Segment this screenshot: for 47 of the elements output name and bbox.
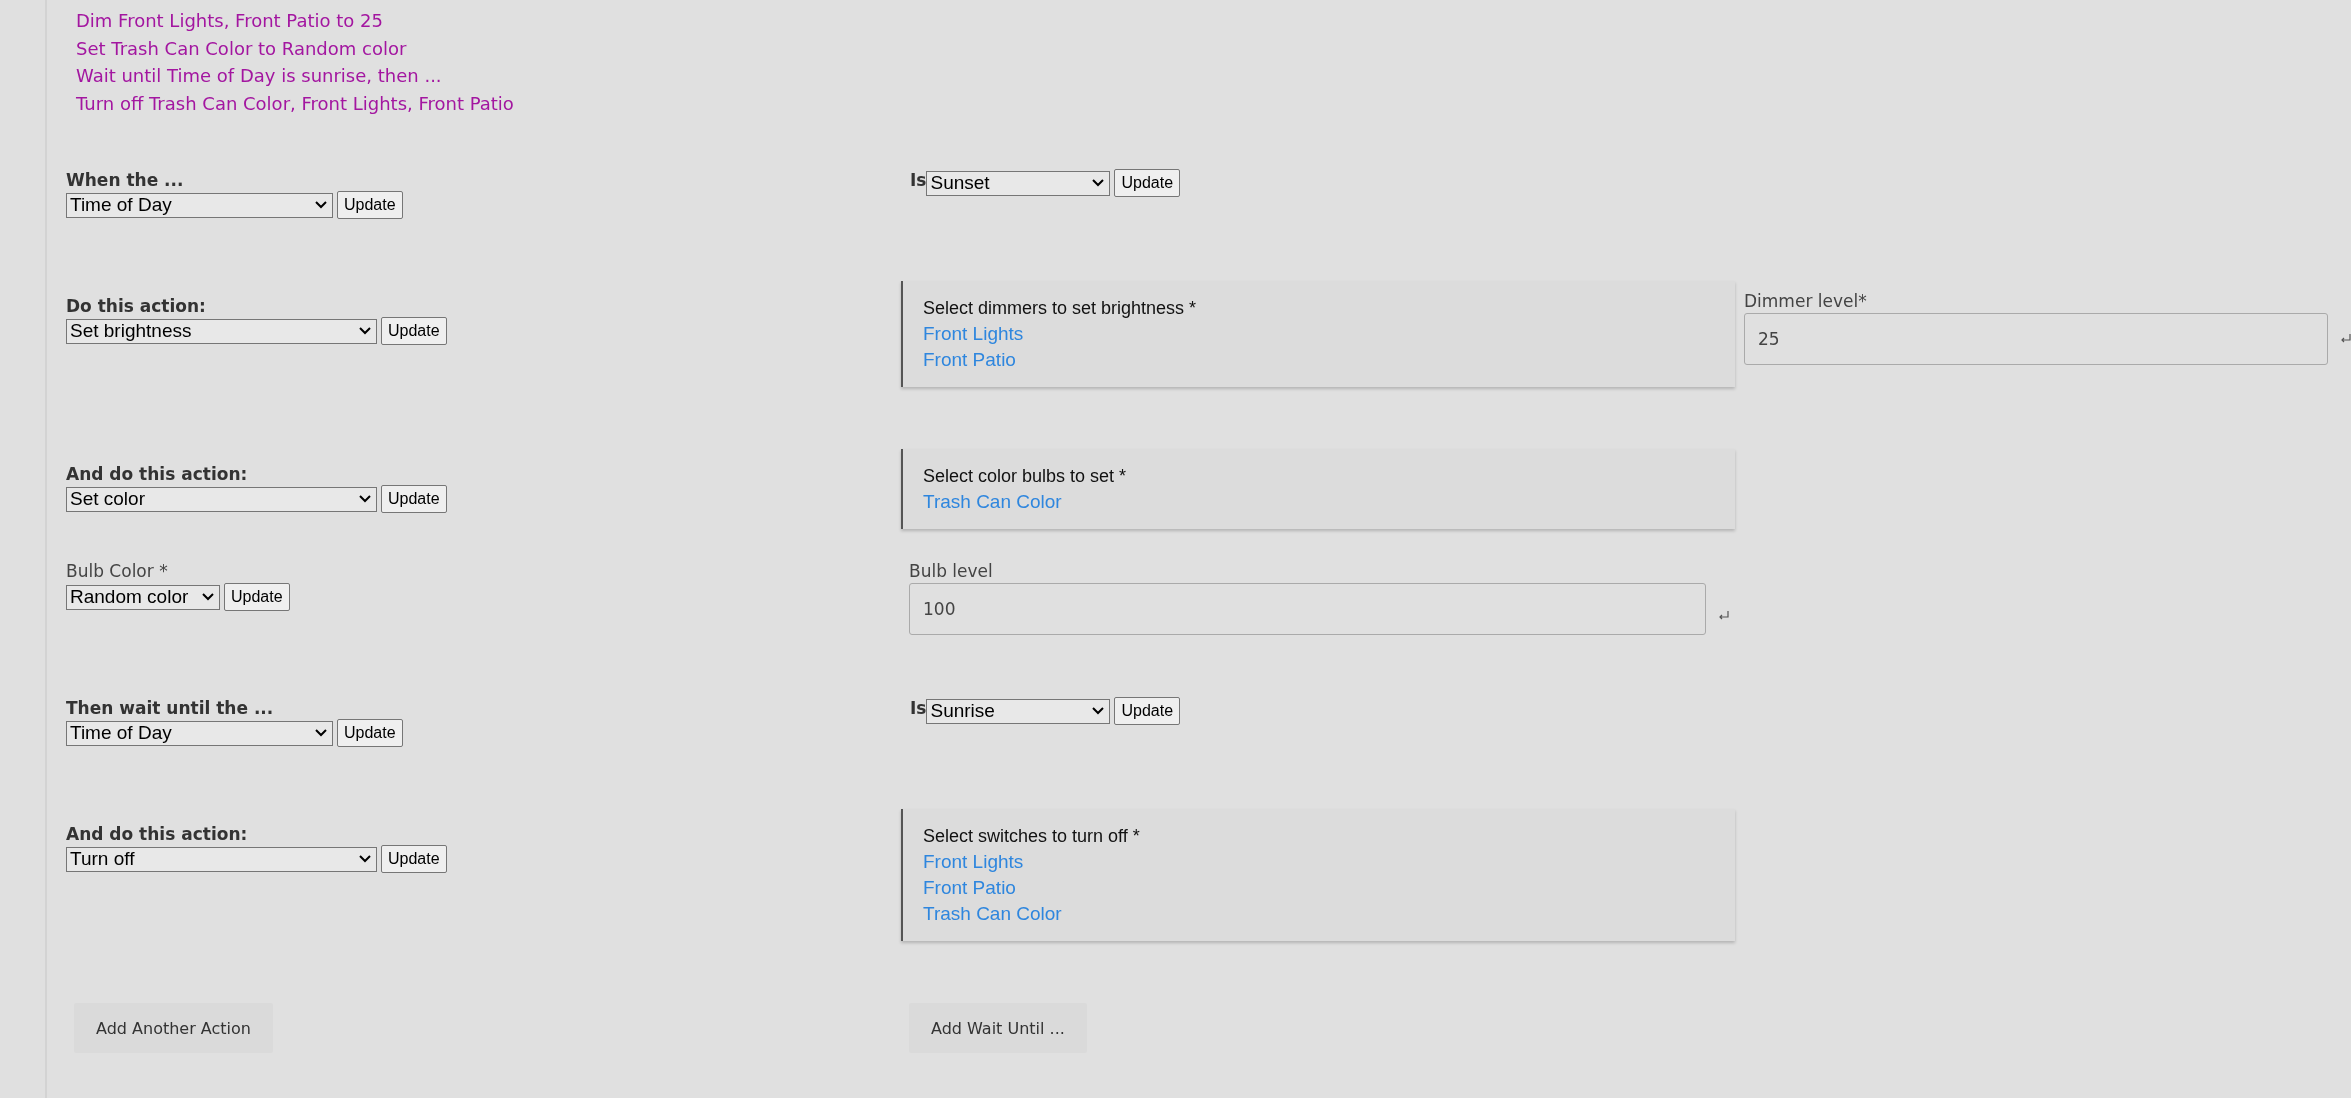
dropdown-select[interactable]: Set color bbox=[66, 486, 377, 512]
field-label: Bulb level bbox=[909, 560, 994, 583]
caret-icon bbox=[202, 593, 214, 601]
caret-icon bbox=[315, 729, 327, 737]
dropdown-select[interactable]: Sunrise bbox=[926, 698, 1111, 724]
summary-line: Set Trash Can Color to Random color bbox=[76, 36, 408, 61]
dropdown-select[interactable]: Random color bbox=[66, 584, 220, 610]
caret-icon bbox=[1092, 707, 1105, 715]
field-label: Is bbox=[910, 169, 927, 191]
field-label: Dimmer level* bbox=[1744, 290, 1868, 313]
picker-title: Select switches to turn off * bbox=[923, 825, 1141, 848]
field-label: Is bbox=[910, 697, 927, 719]
dropdown-select[interactable]: Set brightness bbox=[66, 318, 377, 344]
caret-icon bbox=[1092, 179, 1105, 187]
summary-line: Dim Front Lights, Front Patio to 25 bbox=[76, 9, 384, 33]
field-label: Then wait until the ... bbox=[66, 697, 275, 719]
return-icon bbox=[1718, 610, 1730, 622]
input-field[interactable]: 100 bbox=[909, 583, 1706, 635]
picker-title: Select color bulbs to set * bbox=[923, 465, 1128, 488]
dropdown-select[interactable]: Sunset bbox=[926, 170, 1111, 196]
add-action-button[interactable]: Add Another Action bbox=[74, 1003, 273, 1053]
summary-line: Turn off Trash Can Color, Front Lights, Front Patio bbox=[76, 91, 515, 116]
summary-line: Wait until Time of Day is sunrise, then ... bbox=[76, 64, 443, 88]
dropdown-select[interactable]: Turn off bbox=[66, 846, 377, 872]
picker-title: Select dimmers to set brightness * bbox=[923, 297, 1198, 320]
caret-icon bbox=[315, 201, 327, 209]
field-label: And do this action: bbox=[66, 463, 249, 485]
dropdown-select[interactable]: Time of Day bbox=[66, 192, 333, 218]
caret-icon bbox=[359, 495, 371, 503]
dropdown-select[interactable]: Time of Day bbox=[66, 720, 333, 746]
update-button[interactable]: Update bbox=[381, 317, 447, 345]
update-button[interactable]: Update bbox=[1114, 169, 1181, 197]
caret-icon bbox=[359, 855, 371, 863]
return-icon bbox=[2340, 333, 2351, 345]
update-button[interactable]: Update bbox=[337, 719, 403, 747]
field-label: Do this action: bbox=[66, 295, 207, 317]
update-button[interactable]: Update bbox=[337, 191, 403, 219]
input-field[interactable]: 25 bbox=[1744, 313, 2328, 365]
update-button[interactable]: Update bbox=[1114, 697, 1181, 725]
caret-icon bbox=[359, 327, 371, 335]
update-button[interactable]: Update bbox=[224, 583, 290, 611]
update-button[interactable]: Update bbox=[381, 845, 447, 873]
update-button[interactable]: Update bbox=[381, 485, 447, 513]
add-wait-button[interactable]: Add Wait Until ... bbox=[909, 1003, 1087, 1053]
field-label: And do this action: bbox=[66, 823, 249, 845]
field-label: When the ... bbox=[66, 169, 185, 191]
field-label: Bulb Color * bbox=[66, 560, 169, 583]
